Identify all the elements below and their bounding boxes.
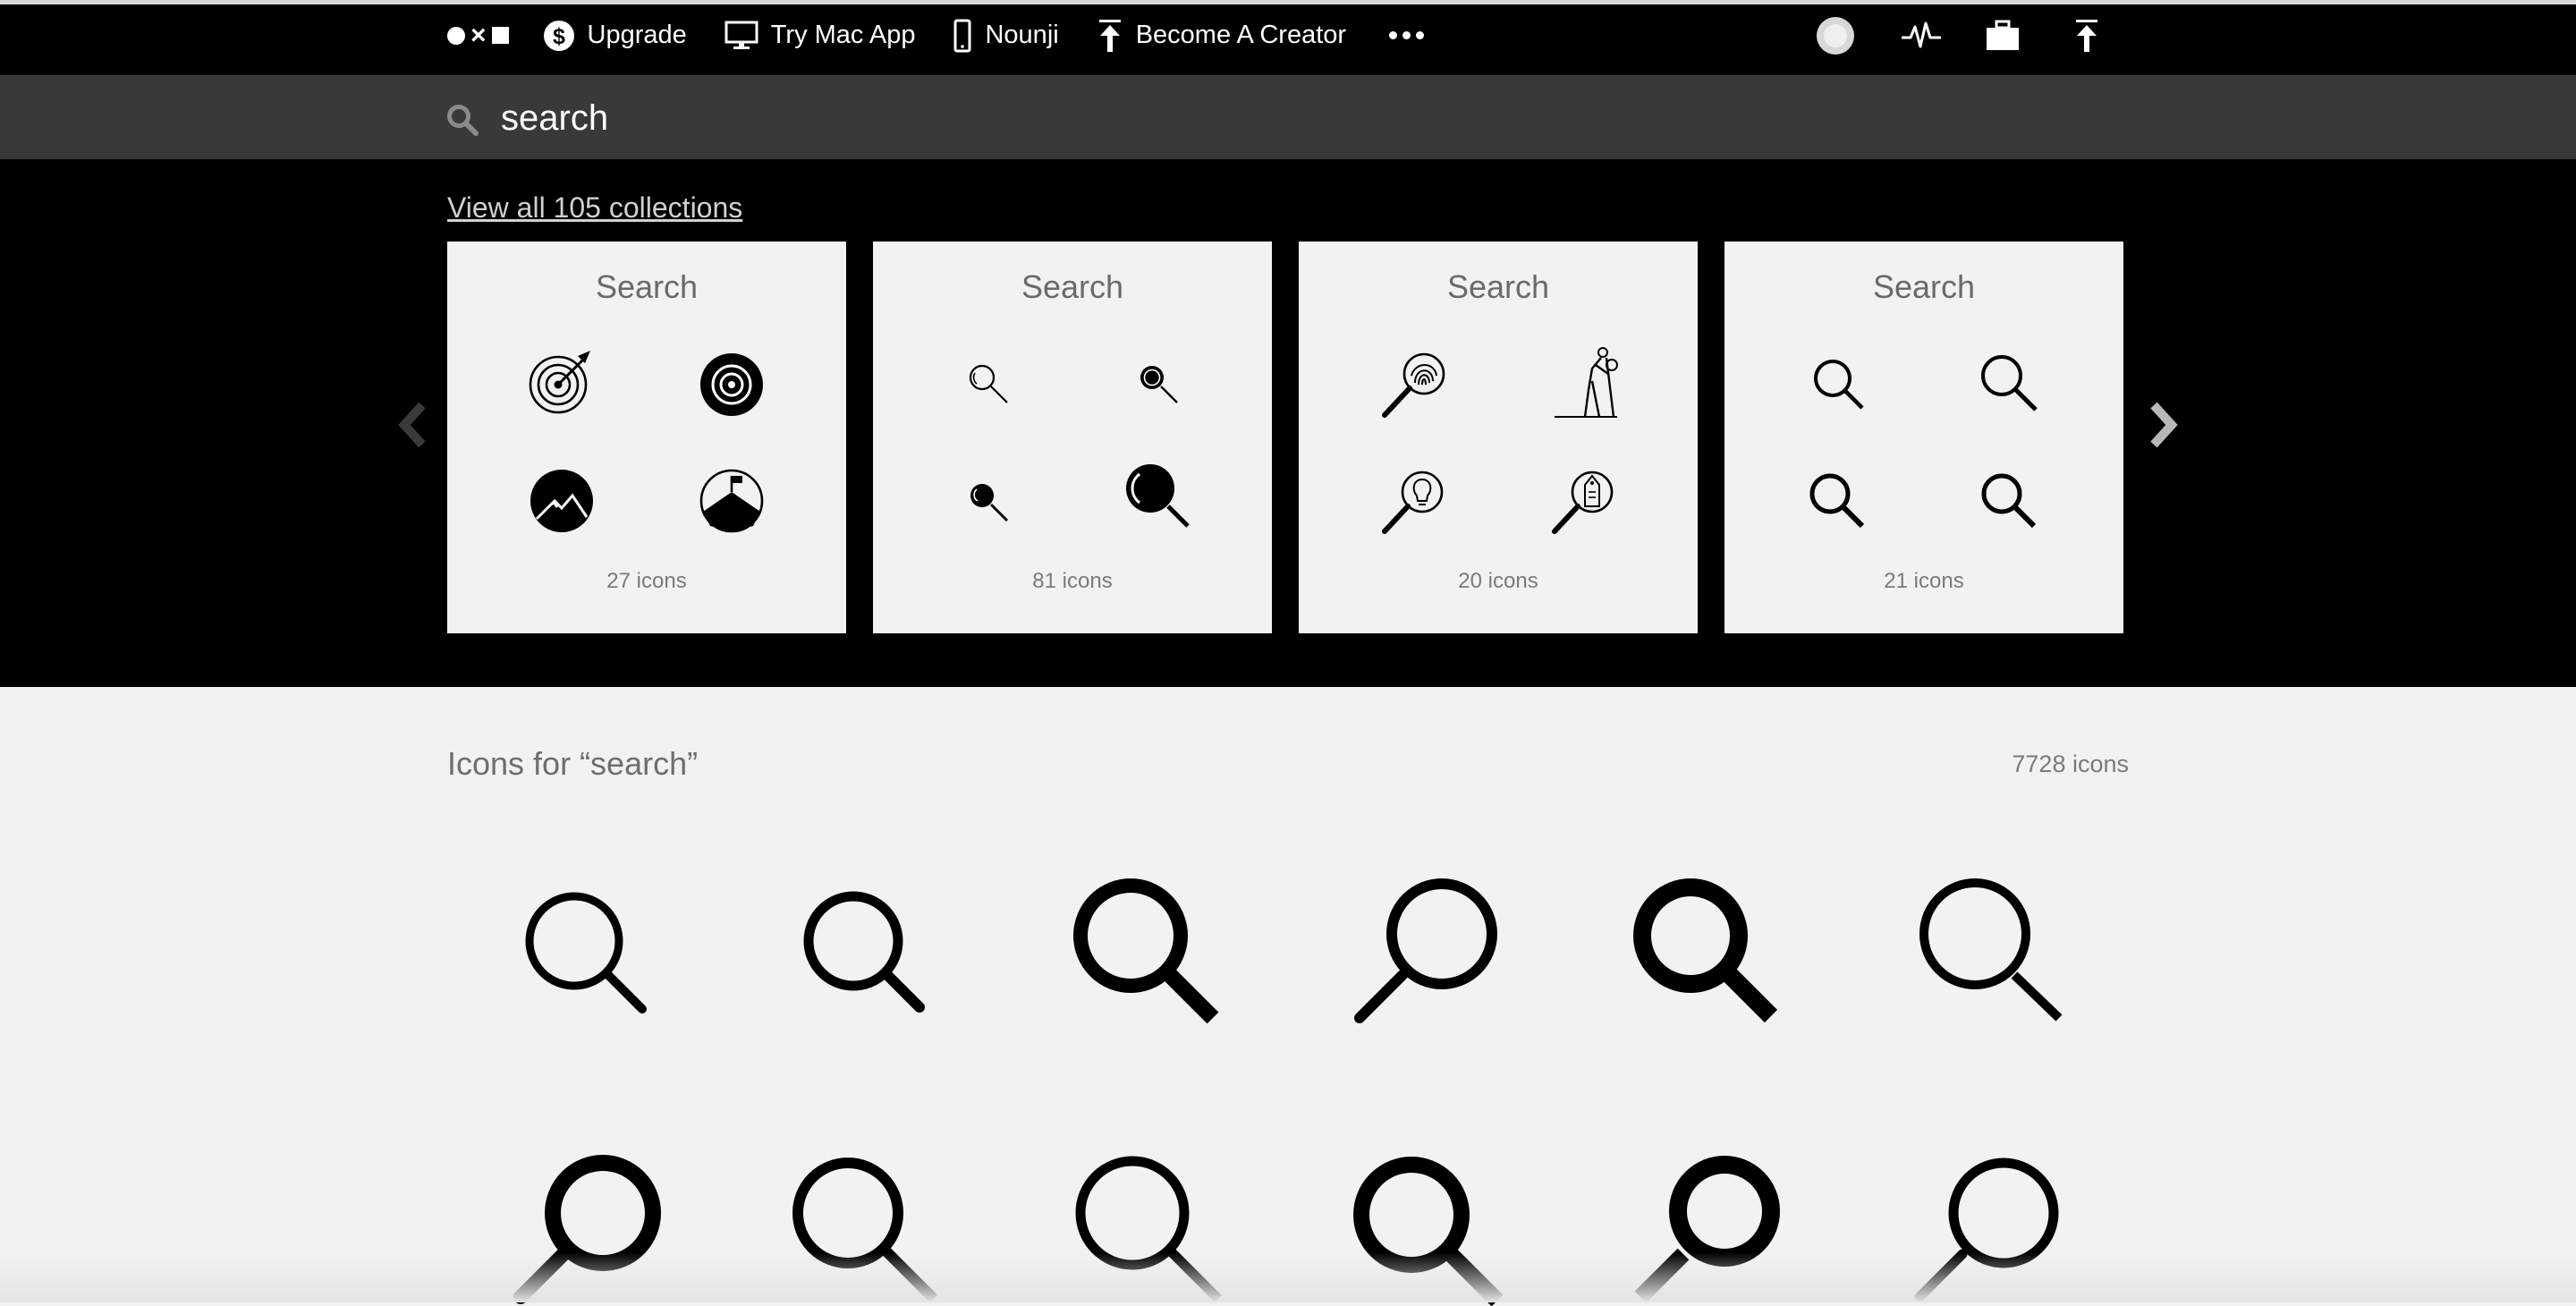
logo-x: ×	[470, 20, 487, 50]
avatar-icon	[1817, 16, 1854, 55]
become-creator-label: Become A Creator	[1135, 21, 1347, 49]
person-holding-magnifier-icon	[1555, 347, 1618, 418]
search-result-icon[interactable]	[1349, 1154, 1510, 1306]
collection-card[interactable]: Search 81 icons	[873, 242, 1272, 633]
search-result-icon[interactable]	[1347, 875, 1508, 1027]
collection-title: Search	[1021, 268, 1124, 305]
results-heading: Icons for “search”	[447, 745, 699, 782]
search-result-icon[interactable]	[510, 1154, 671, 1306]
target-icon	[700, 353, 763, 416]
more-dot	[1402, 31, 1411, 39]
more-dots-icon[interactable]	[1389, 31, 1425, 39]
magnifier-large-icon	[1126, 464, 1190, 528]
upgrade-link[interactable]: $ Upgrade	[543, 20, 687, 52]
collection-title: Search	[1872, 268, 1976, 305]
bottom-fade	[0, 1252, 2576, 1302]
search-input[interactable]	[501, 93, 2111, 143]
svg-text:$: $	[553, 24, 565, 49]
magnifier-bold-icon	[1809, 473, 1865, 529]
upload-icon	[2076, 19, 2097, 52]
collection-card[interactable]: Search 21 icons	[1724, 242, 2123, 633]
collection-count: 20 icons	[1458, 569, 1538, 593]
chevron-left-icon[interactable]	[395, 400, 431, 450]
search-icon	[447, 105, 479, 136]
account-icons	[1816, 0, 2102, 71]
collection-title: Search	[1446, 268, 1550, 305]
fingerprint-search-icon	[1382, 352, 1445, 418]
magnifier-icon	[1814, 360, 1864, 410]
avatar[interactable]	[1816, 16, 1855, 55]
chevron-right-icon[interactable]	[2145, 400, 2181, 450]
try-mac-app-label: Try Mac App	[770, 21, 916, 49]
more-dot	[1389, 31, 1398, 39]
logo-square	[491, 27, 509, 44]
collections-band	[0, 159, 2576, 687]
collection-card[interactable]: Search 27 icons	[447, 242, 846, 633]
noun-project-logo[interactable]: ×	[447, 20, 509, 50]
mountain-icon	[530, 470, 593, 532]
activity-icon[interactable]	[1900, 16, 1943, 55]
results-count: 7728 icons	[2012, 751, 2129, 777]
search-result-icon[interactable]	[1630, 875, 1782, 1027]
collection-count: 81 icons	[1032, 569, 1113, 593]
nounji-link[interactable]: Nounji	[953, 19, 1059, 53]
search-result-icon[interactable]	[789, 1154, 950, 1306]
dollar-icon: $	[543, 20, 574, 51]
search-result-icon[interactable]	[519, 886, 653, 1020]
search-result-icon[interactable]	[1907, 1154, 2068, 1306]
search-result-icon[interactable]	[1911, 875, 2063, 1027]
price-tag-search-icon	[1552, 471, 1614, 534]
magnifier-dark-icon	[1140, 366, 1178, 403]
kit-icon	[1987, 20, 2019, 50]
upload-icon	[1098, 19, 1121, 52]
upload-icon-button[interactable]	[2072, 16, 2102, 55]
phone-icon	[953, 19, 971, 52]
pulse-icon	[1902, 21, 1941, 47]
try-mac-app-link[interactable]: Try Mac App	[724, 21, 916, 51]
magnifier-icon	[1981, 355, 2038, 411]
view-all-collections-link[interactable]: View all 105 collections	[447, 191, 742, 225]
search-result-icon[interactable]	[798, 886, 932, 1020]
nounji-label: Nounji	[985, 21, 1059, 49]
mountain-flag-icon	[699, 469, 764, 533]
search-result-icon[interactable]	[1628, 1154, 1789, 1306]
dartboard-icon	[529, 351, 590, 414]
briefcase-icon[interactable]	[1984, 16, 2021, 55]
become-creator-link[interactable]: Become A Creator	[1097, 18, 1346, 54]
magnifier-thin-icon	[969, 364, 1008, 403]
collection-count: 27 icons	[606, 569, 687, 593]
logo-dot	[447, 26, 465, 45]
main-nav: × $ Upgrade Try Mac App Nounji Become A …	[447, 0, 1425, 71]
lightbulb-search-icon	[1382, 471, 1444, 534]
search-result-icon[interactable]	[1070, 1154, 1231, 1306]
magnifier-bold-icon	[1981, 473, 2037, 529]
search-result-icon[interactable]	[1070, 875, 1222, 1027]
more-dot	[1416, 31, 1425, 39]
upgrade-label: Upgrade	[587, 21, 687, 49]
collection-count: 21 icons	[1884, 569, 1964, 593]
magnifier-solid-icon	[970, 484, 1009, 522]
collection-title: Search	[595, 268, 699, 305]
monitor-icon	[724, 21, 758, 49]
collection-card[interactable]: Search 20 icons	[1299, 242, 1698, 633]
